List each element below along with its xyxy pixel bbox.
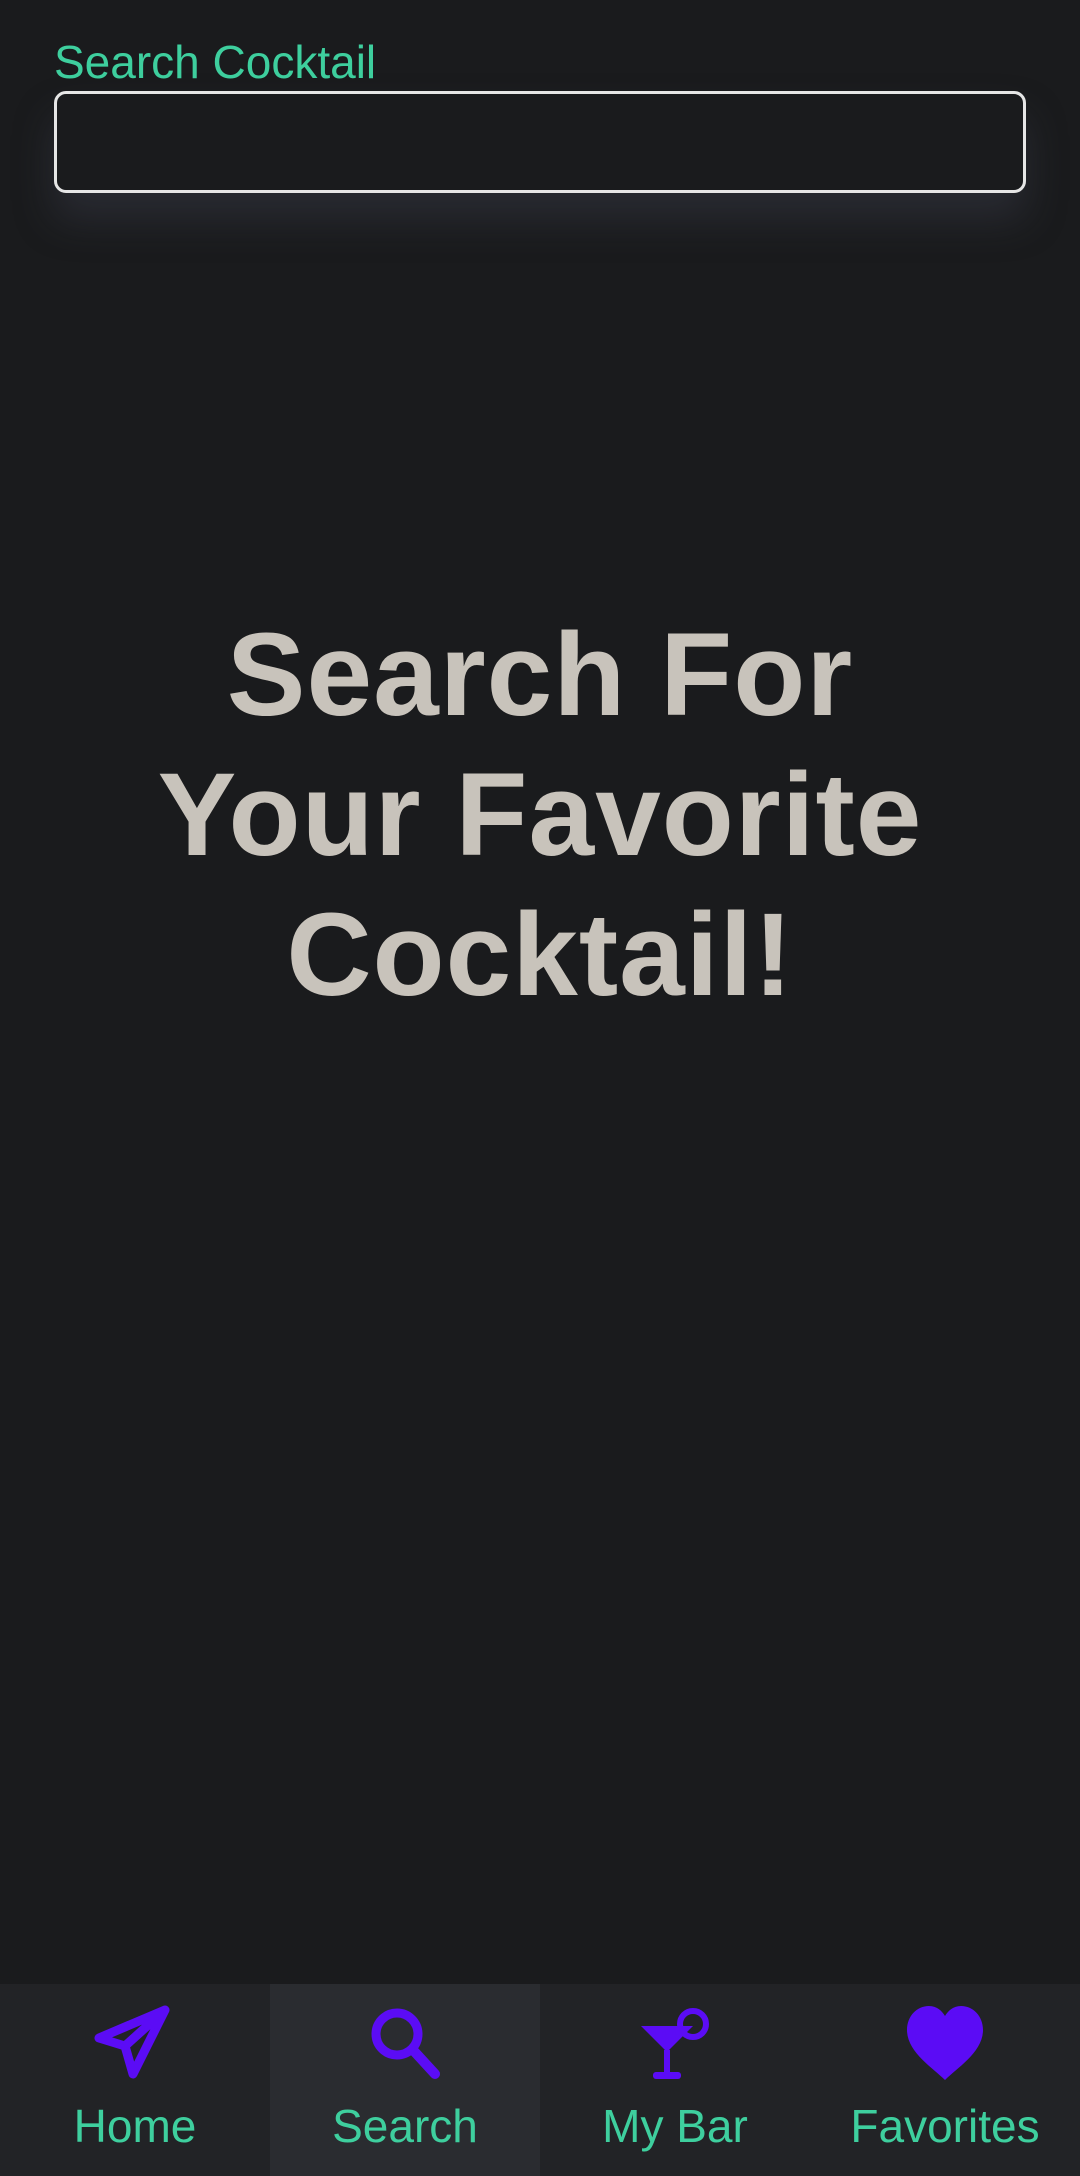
nav-item-favorites[interactable]: Favorites [810,1984,1080,2176]
nav-item-search[interactable]: Search [270,1984,540,2176]
heart-icon [903,2002,987,2086]
empty-state-headline: Search For Your Favorite Cocktail! [0,605,1080,1025]
headline-line: Your Favorite [157,749,923,881]
app-screen: Search Cocktail Search For Your Favorite… [0,0,1080,2176]
headline-line: Cocktail! [286,889,794,1021]
nav-label-my-bar: My Bar [602,2100,748,2152]
nav-item-home[interactable]: Home [0,1984,270,2176]
search-input[interactable] [54,91,1026,193]
cocktail-icon [633,2002,717,2086]
bottom-navigation: Home Search My Bar Favorites [0,1984,1080,2176]
search-label: Search Cocktail [54,36,377,88]
nav-label-search: Search [332,2100,478,2152]
nav-item-my-bar[interactable]: My Bar [540,1984,810,2176]
nav-label-favorites: Favorites [850,2100,1040,2152]
paper-plane-icon [93,2002,177,2086]
headline-line: Search For [226,609,854,741]
nav-label-home: Home [73,2100,197,2152]
search-icon [363,2002,447,2086]
